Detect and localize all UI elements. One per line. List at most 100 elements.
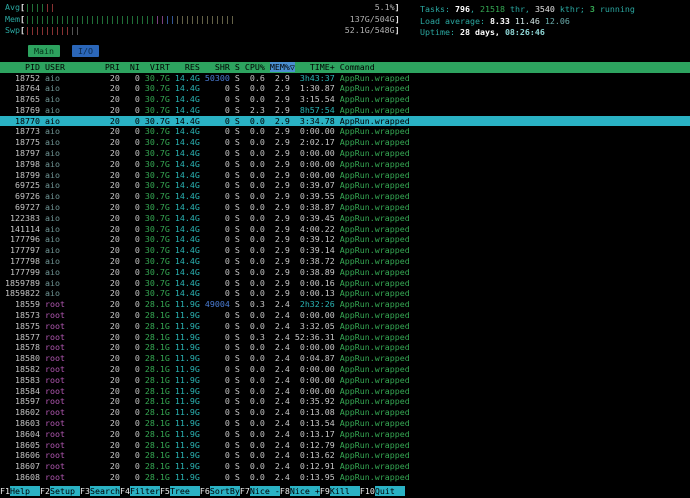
column-header-pid[interactable]: PID (5, 62, 40, 72)
fkey-kill[interactable]: Kill (329, 486, 360, 496)
fkey-nice[interactable]: Nice + (289, 486, 320, 496)
process-row[interactable]: 18597 root 20 0 28.1G 11.9G 0 S 0.0 2.4 … (0, 396, 690, 407)
process-row[interactable]: 18606 root 20 0 28.1G 11.9G 0 S 0.0 2.4 … (0, 450, 690, 461)
process-row[interactable]: 18770 aio 20 0 30.7G 14.4G 0 S 0.0 2.9 3… (0, 115, 690, 127)
process-table[interactable]: 18752 aio 20 0 30.7G 14.4G 50300 S 0.6 2… (0, 73, 690, 483)
cell-shr: 0 (204, 256, 230, 267)
process-row[interactable]: 18773 aio 20 0 30.7G 14.4G 0 S 0.0 2.9 0… (0, 126, 690, 137)
process-row[interactable]: 18605 root 20 0 28.1G 11.9G 0 S 0.0 2.4 … (0, 440, 690, 451)
cell-time: 0:00.00 (289, 148, 335, 159)
process-row[interactable]: 177796 aio 20 0 30.7G 14.4G 0 S 0.0 2.9 … (0, 234, 690, 245)
fkey-filter-key[interactable]: F4 (120, 486, 130, 496)
tab-main[interactable]: Main (28, 44, 60, 57)
column-header-res[interactable]: RES (175, 62, 200, 72)
fkey-sortby-key[interactable]: F6 (200, 486, 210, 496)
cell-virt: 28.1G (144, 320, 170, 331)
fkey-tree-key[interactable]: F5 (160, 486, 170, 496)
process-row[interactable]: 141114 aio 20 0 30.7G 14.4G 0 S 0.0 2.9 … (0, 224, 690, 235)
fkey-nice-key[interactable]: F7 (240, 486, 250, 496)
fkey-search[interactable]: Search (89, 486, 120, 496)
process-row[interactable]: 18580 root 20 0 28.1G 11.9G 0 S 0.0 2.4 … (0, 353, 690, 364)
column-header-state[interactable]: S (230, 62, 240, 72)
process-row[interactable]: 18584 root 20 0 28.1G 11.9G 0 S 0.0 2.4 … (0, 386, 690, 397)
column-header-cpu[interactable]: CPU% (240, 62, 265, 72)
cell-command: AppRun.wrapped (339, 266, 410, 277)
process-row[interactable]: 18764 aio 20 0 30.7G 14.4G 0 S 0.0 2.9 1… (0, 83, 690, 94)
process-row[interactable]: 18799 aio 20 0 30.7G 14.4G 0 S 0.0 2.9 0… (0, 170, 690, 181)
cell-ni: 0 (119, 364, 140, 375)
column-header-ni[interactable]: NI (120, 62, 140, 72)
process-row[interactable]: 18573 root 20 0 28.1G 11.9G 0 S 0.0 2.4 … (0, 310, 690, 321)
cell-mem: 2.9 (264, 256, 290, 267)
cell-user: aio (44, 234, 105, 245)
fkey-setup-key[interactable]: F2 (40, 486, 50, 496)
fkey-nice[interactable]: Nice - (249, 486, 280, 496)
process-row[interactable]: 18578 root 20 0 28.1G 11.9G 0 S 0.0 2.4 … (0, 342, 690, 353)
tasks-line-segment: thr, (504, 4, 535, 14)
cell-command: AppRun.wrapped (339, 72, 410, 83)
process-row[interactable]: 18775 aio 20 0 30.7G 14.4G 0 S 0.0 2.9 2… (0, 137, 690, 148)
column-header-virt[interactable]: VIRT (145, 62, 170, 72)
cell-state: S (229, 353, 240, 364)
fkey-sortby[interactable]: SortBy (209, 486, 240, 496)
process-row[interactable]: 1859822 aio 20 0 30.7G 14.4G 0 S 0.0 2.9… (0, 288, 690, 299)
fkey-kill-key[interactable]: F9 (320, 486, 330, 496)
cell-command: AppRun.wrapped (339, 461, 410, 472)
column-header-pri[interactable]: PRI (105, 62, 120, 72)
cell-res: 14.4G (174, 202, 200, 213)
process-row[interactable]: 1859789 aio 20 0 30.7G 14.4G 0 S 0.0 2.9… (0, 278, 690, 289)
process-row[interactable]: 18603 root 20 0 28.1G 11.9G 0 S 0.0 2.4 … (0, 418, 690, 429)
cell-virt: 30.7G (144, 169, 170, 180)
cell-shr: 0 (204, 461, 230, 472)
process-row[interactable]: 18583 root 20 0 28.1G 11.9G 0 S 0.0 2.4 … (0, 375, 690, 386)
fkey-help-key[interactable]: F1 (0, 486, 10, 496)
cell-ni: 0 (119, 256, 140, 267)
fkey-help[interactable]: Help (10, 486, 40, 496)
process-row[interactable]: 69725 aio 20 0 30.7G 14.4G 0 S 0.0 2.9 0… (0, 180, 690, 191)
fkey-tree[interactable]: Tree (169, 486, 200, 496)
cell-mem: 2.4 (264, 310, 290, 321)
cell-user: root (44, 407, 105, 418)
process-row[interactable]: 18582 root 20 0 28.1G 11.9G 0 S 0.0 2.4 … (0, 364, 690, 375)
fkey-nice-key[interactable]: F8 (280, 486, 290, 496)
fkey-quit[interactable]: Quit (374, 486, 405, 496)
fkey-setup[interactable]: Setup (49, 486, 80, 496)
process-row[interactable]: 18604 root 20 0 28.1G 11.9G 0 S 0.0 2.4 … (0, 429, 690, 440)
process-row[interactable]: 18607 root 20 0 28.1G 11.9G 0 S 0.0 2.4 … (0, 461, 690, 472)
column-header-command[interactable]: Command (340, 62, 375, 72)
cell-state: S (229, 428, 240, 439)
process-row[interactable]: 18769 aio 20 0 30.7G 14.4G 0 S 2.3 2.9 8… (0, 105, 690, 116)
column-header-time[interactable]: TIME+ (295, 62, 335, 72)
process-row[interactable]: 18559 root 20 0 28.1G 11.9G 49004 S 0.3 … (0, 299, 690, 310)
fkey-search-key[interactable]: F3 (80, 486, 90, 496)
cell-time: 0:13.08 (289, 407, 335, 418)
process-row[interactable]: 177798 aio 20 0 30.7G 14.4G 0 S 0.0 2.9 … (0, 256, 690, 267)
process-row[interactable]: 18602 root 20 0 28.1G 11.9G 0 S 0.0 2.4 … (0, 407, 690, 418)
process-row[interactable]: 18608 root 20 0 28.1G 11.9G 0 S 0.0 2.4 … (0, 472, 690, 483)
process-row[interactable]: 18752 aio 20 0 30.7G 14.4G 50300 S 0.6 2… (0, 73, 690, 84)
fkey-quit-key[interactable]: F10 (360, 486, 375, 496)
process-row[interactable]: 177799 aio 20 0 30.7G 14.4G 0 S 0.0 2.9 … (0, 267, 690, 278)
cell-cpu: 0.0 (239, 223, 265, 234)
cell-virt: 28.1G (144, 471, 170, 482)
process-row[interactable]: 18797 aio 20 0 30.7G 14.4G 0 S 0.0 2.9 0… (0, 148, 690, 159)
cell-res: 11.9G (174, 374, 200, 385)
process-row[interactable]: 18575 root 20 0 28.1G 11.9G 0 S 0.0 2.4 … (0, 321, 690, 332)
fkey-filter[interactable]: Filter (129, 486, 160, 496)
process-row[interactable]: 18765 aio 20 0 30.7G 14.4G 0 S 0.0 2.9 3… (0, 94, 690, 105)
process-row[interactable]: 69727 aio 20 0 30.7G 14.4G 0 S 0.0 2.9 0… (0, 202, 690, 213)
process-row[interactable]: 18577 root 20 0 28.1G 11.9G 0 S 0.3 2.4 … (0, 332, 690, 343)
process-row[interactable]: 18798 aio 20 0 30.7G 14.4G 0 S 0.0 2.9 0… (0, 159, 690, 170)
process-row[interactable]: 177797 aio 20 0 30.7G 14.4G 0 S 0.0 2.9 … (0, 245, 690, 256)
column-header-user[interactable]: USER (45, 62, 105, 72)
column-header-shr[interactable]: SHR (205, 62, 230, 72)
column-header-mem-sorted[interactable]: MEM%▽ (269, 61, 295, 72)
cell-cpu: 0.0 (239, 374, 265, 385)
cell-ni: 0 (119, 407, 140, 418)
cell-shr: 0 (204, 83, 230, 94)
cell-pid: 18764 (5, 83, 40, 94)
cell-shr: 0 (204, 126, 230, 137)
tab-io[interactable]: I/O (71, 44, 99, 57)
process-row[interactable]: 122383 aio 20 0 30.7G 14.4G 0 S 0.0 2.9 … (0, 213, 690, 224)
process-row[interactable]: 69726 aio 20 0 30.7G 14.4G 0 S 0.0 2.9 0… (0, 191, 690, 202)
